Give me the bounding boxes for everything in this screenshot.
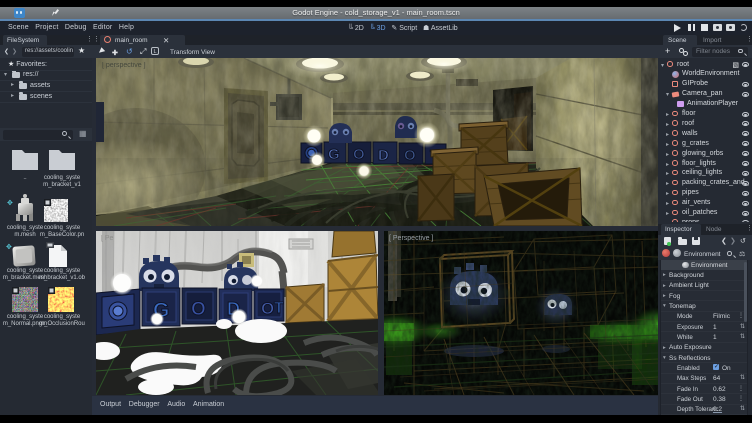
svg-text:[ Perspective ]: [ Perspective ]	[389, 235, 433, 242]
svg-text:O: O	[404, 147, 416, 164]
svg-text:..: ..	[23, 175, 27, 181]
svg-text:cooling_syste: cooling_syste	[44, 175, 81, 181]
svg-text:m_OcclusionRou: m_OcclusionRou	[39, 321, 85, 327]
svg-text:cooling_syste: cooling_syste	[44, 314, 81, 320]
svg-text:cooling_syste: cooling_syste	[7, 314, 44, 320]
svg-text:m.mesh: m.mesh	[14, 232, 35, 238]
svg-text:cooling_syste: cooling_syste	[44, 225, 81, 231]
svg-text:m_bracket_v1: m_bracket_v1	[43, 182, 81, 188]
svg-text:✥: ✥	[7, 199, 13, 207]
svg-text:D: D	[378, 147, 389, 164]
svg-text:[ Pe: [ Pe	[101, 235, 114, 242]
svg-text:m_bracket_v1.ob: m_bracket_v1.ob	[39, 275, 86, 281]
svg-text:O: O	[353, 146, 365, 163]
svg-text:O: O	[261, 299, 274, 318]
svg-text:cooling_syste: cooling_syste	[7, 225, 44, 231]
svg-text:O: O	[191, 299, 206, 320]
svg-text:✥: ✥	[6, 243, 12, 251]
svg-text:G: G	[328, 146, 340, 163]
svg-text:T: T	[274, 300, 284, 317]
svg-text:[ perspective ]: [ perspective ]	[102, 62, 146, 69]
svg-text:cooling_syste: cooling_syste	[7, 268, 44, 274]
svg-text:m_BaseColor.pn: m_BaseColor.pn	[40, 232, 84, 238]
svg-text:cooling_syste: cooling_syste	[44, 268, 81, 274]
